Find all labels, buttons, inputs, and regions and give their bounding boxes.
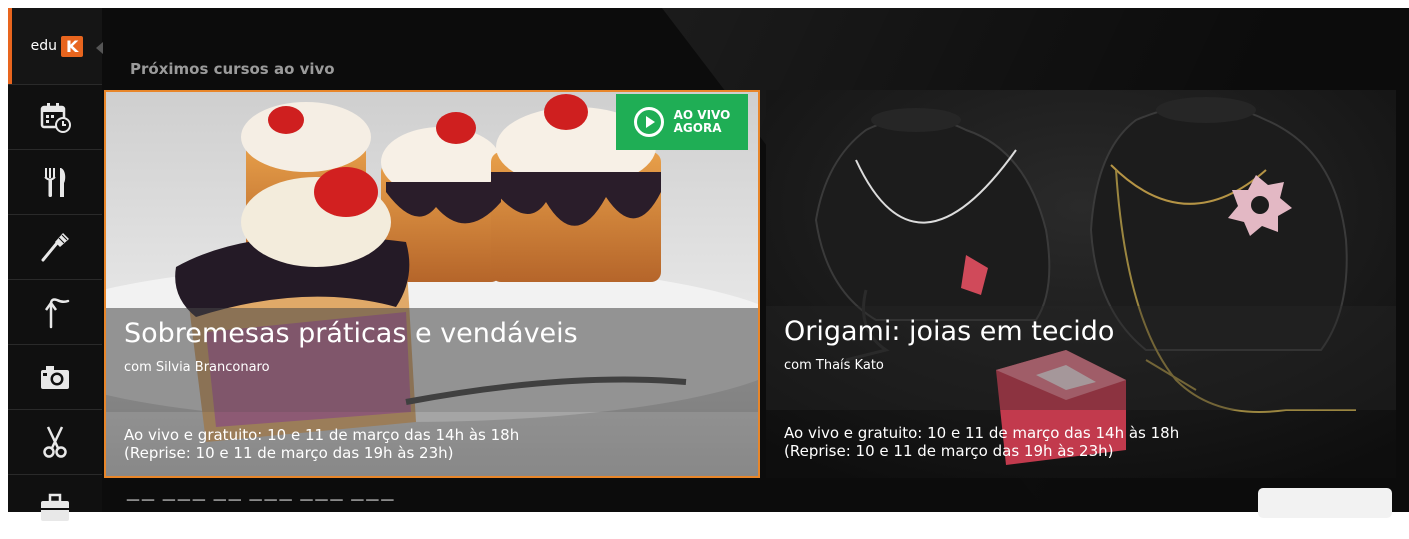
sidebar-item-fishing[interactable] <box>8 279 102 344</box>
course-card-origami[interactable]: Origami: joias em tecido com Thaís Kato … <box>766 90 1396 478</box>
edu-logo[interactable]: edu K <box>8 8 103 84</box>
fishing-rod-icon <box>44 298 70 329</box>
logo-text: edu <box>30 38 57 54</box>
camera-icon <box>41 366 69 389</box>
rerun-line: (Reprise: 10 e 11 de março das 19h às 23… <box>124 444 454 462</box>
schedule-line: Ao vivo e gratuito: 10 e 11 de março das… <box>784 424 1180 442</box>
course-title: Sobremesas práticas e vendáveis <box>124 318 578 349</box>
schedule-line: Ao vivo e gratuito: 10 e 11 de março das… <box>124 426 520 444</box>
live-now-badge[interactable]: AO VIVO AGORA <box>616 94 748 150</box>
sidebar-item-calendar[interactable] <box>8 84 102 149</box>
sidebar-item-photography[interactable] <box>8 344 102 409</box>
course-author: com Silvia Branconaro <box>124 360 270 375</box>
collapse-caret-icon <box>96 42 103 54</box>
jewelry-photo <box>766 90 1396 478</box>
sidebar-item-sewing[interactable] <box>8 409 102 474</box>
scissors-icon <box>43 426 67 458</box>
briefcase-icon <box>41 493 69 521</box>
rerun-line: (Reprise: 10 e 11 de março das 19h às 23… <box>784 442 1114 460</box>
next-section-button[interactable] <box>1258 488 1392 518</box>
play-icon <box>633 107 664 137</box>
course-schedule: Ao vivo e gratuito: 10 e 11 de março das… <box>784 424 1179 460</box>
live-badge-line2: AGORA <box>673 121 722 135</box>
sidebar-item-gastronomy[interactable] <box>8 149 102 214</box>
sidebar: edu K <box>8 8 103 521</box>
sidebar-item-beauty[interactable] <box>8 214 102 279</box>
next-section-title-cutoff: —— ——— —— ——— ——— ——— <box>126 492 396 508</box>
brush-icon <box>41 233 69 262</box>
sidebar-item-business[interactable] <box>8 474 102 539</box>
course-card-desserts[interactable]: AO VIVO AGORA Sobremesas práticas e vend… <box>104 90 760 478</box>
course-author: com Thaís Kato <box>784 358 884 373</box>
course-title: Origami: joias em tecido <box>784 316 1115 347</box>
calendar-clock-icon <box>40 103 71 133</box>
course-schedule: Ao vivo e gratuito: 10 e 11 de março das… <box>124 426 519 462</box>
fork-knife-icon <box>44 168 66 197</box>
section-title: Próximos cursos ao vivo <box>130 60 335 78</box>
logo-badge: K <box>60 35 84 57</box>
